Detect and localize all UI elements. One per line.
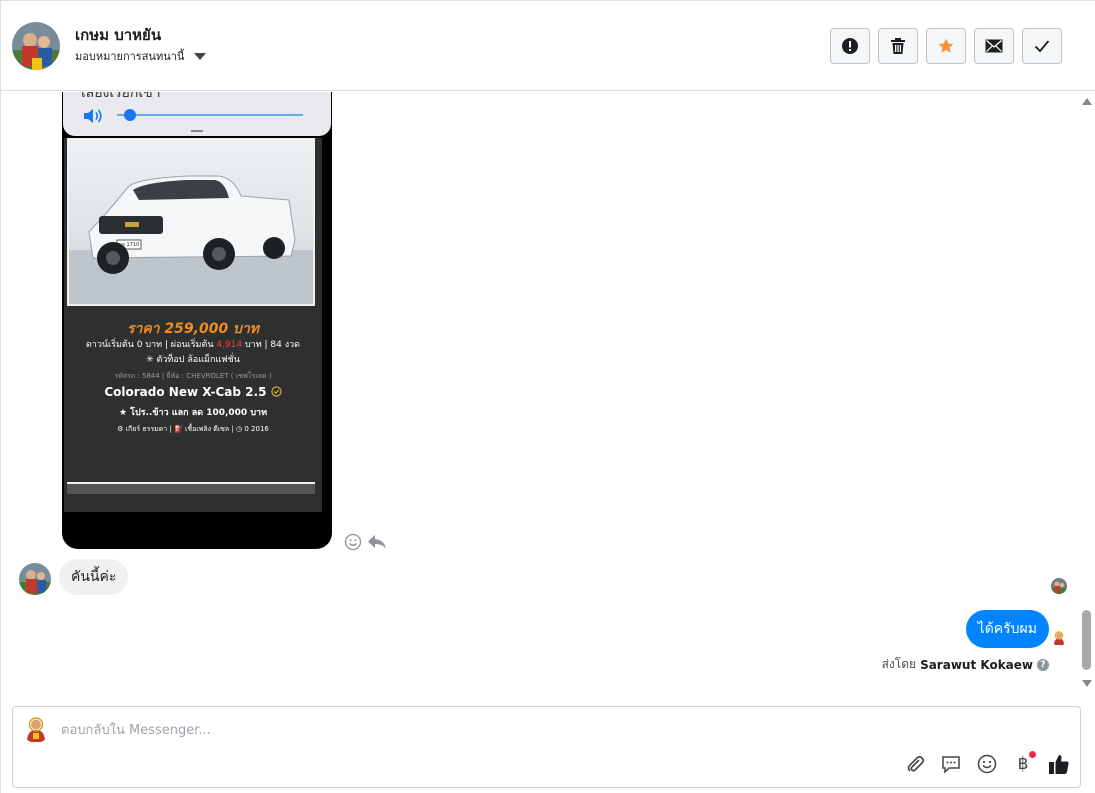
star-button[interactable] xyxy=(926,28,966,64)
notification-dot xyxy=(1029,751,1036,758)
emoji-button[interactable] xyxy=(976,753,998,775)
shared-screenshot[interactable]: เสียงเรียกเข้า ผอ 1710 ราคา 259,000 บาท … xyxy=(62,92,332,549)
incoming-message[interactable]: คันนี้ค่ะ xyxy=(59,559,129,595)
card-separator xyxy=(64,512,322,530)
listing-specs: ⚙ เกียร์ ธรรมดา | ⛽ เชื้อเพลิง ดีเซล | ◷… xyxy=(117,425,269,433)
conversation-header: เกษม บาหยัน มอบหมายการสนทนานี้ xyxy=(1,1,1095,91)
volume-slider-knob[interactable] xyxy=(124,109,137,121)
volume-icon[interactable] xyxy=(83,108,105,124)
star-icon xyxy=(938,38,954,53)
like-button[interactable] xyxy=(1048,753,1070,775)
thumbs-up-icon xyxy=(1049,755,1069,774)
scrollbar-thumb[interactable] xyxy=(1082,610,1091,670)
car-listing-card: ผอ 1710 ราคา 259,000 บาท ดาวน์เริ่มต้น 0… xyxy=(64,138,322,530)
plate-number: ผอ 1710 xyxy=(119,242,140,248)
composer-tools: ฿ xyxy=(904,751,1070,775)
scroll-down-arrow-icon[interactable] xyxy=(1082,680,1092,687)
contact-name: เกษม บาหยัน xyxy=(75,26,162,44)
attach-button[interactable] xyxy=(904,753,926,775)
mark-done-button[interactable] xyxy=(1022,28,1062,64)
sender-name[interactable]: Sarawut Kokaew xyxy=(920,658,1033,672)
assign-label: มอบหมายการสนทนานี้ xyxy=(75,50,185,63)
contact-avatar-small[interactable] xyxy=(19,563,51,595)
conversation-scrollbar[interactable] xyxy=(1080,92,1094,697)
help-icon[interactable]: ? xyxy=(1037,658,1049,671)
smiley-react-icon[interactable] xyxy=(344,533,362,551)
envelope-icon xyxy=(985,39,1003,53)
conversation-thread[interactable]: เสียงเรียกเข้า ผอ 1710 ราคา 259,000 บาท … xyxy=(1,92,1079,697)
sheet-grip-handle xyxy=(191,130,203,132)
listing-highlight: ✳ ตัวท็อป ล้อแม็กแฟชั่น xyxy=(146,355,240,365)
media-player: เสียงเรียกเข้า xyxy=(63,92,331,136)
delete-button[interactable] xyxy=(878,28,918,64)
listing-model: Colorado New X-Cab 2.5 xyxy=(64,385,322,399)
page-avatar xyxy=(22,715,50,743)
listing-meta: รหัสรถ : 5844 | ยี่ห้อ : CHEVROLET ( เชฟ… xyxy=(114,372,272,380)
trash-icon xyxy=(891,38,905,54)
caret-down-icon xyxy=(194,52,207,60)
saved-replies-button[interactable] xyxy=(940,753,962,775)
emoji-icon xyxy=(977,754,997,774)
finance-terms: ดาวน์เริ่มต้น 0 บาท | ผ่อนเริ่มต้น 4,914… xyxy=(85,340,301,350)
car-photo: ผอ 1710 xyxy=(67,138,315,306)
seen-avatar-contact xyxy=(1051,578,1067,594)
scroll-up-arrow-icon[interactable] xyxy=(1082,98,1092,105)
mark-unread-button[interactable] xyxy=(974,28,1014,64)
verified-icon xyxy=(270,386,282,397)
sent-by-line: ส่งโดย Sarawut Kokaew ? xyxy=(882,655,1049,674)
baht-icon: ฿ xyxy=(1017,754,1029,774)
assign-conversation-dropdown[interactable]: มอบหมายการสนทนานี้ xyxy=(75,47,207,65)
outgoing-message[interactable]: ได้ครับผม xyxy=(965,610,1049,648)
contact-avatar[interactable] xyxy=(12,22,60,70)
report-button[interactable] xyxy=(830,28,870,64)
volume-slider-track[interactable] xyxy=(117,114,303,116)
header-actions xyxy=(830,28,1062,64)
paperclip-icon xyxy=(907,755,925,772)
report-icon xyxy=(842,38,858,54)
messenger-inbox: เกษม บาหยัน มอบหมายการสนทนานี้ เสียงเรีย… xyxy=(0,0,1095,793)
chat-bubble-icon xyxy=(942,756,960,774)
next-listing-card xyxy=(64,474,322,494)
check-icon xyxy=(1034,40,1050,53)
reply-icon[interactable] xyxy=(367,533,387,551)
reply-input[interactable] xyxy=(61,719,861,741)
player-title: เสียงเรียกเข้า xyxy=(81,92,161,101)
payment-button[interactable]: ฿ xyxy=(1012,751,1036,775)
reply-composer: ฿ xyxy=(12,706,1081,788)
sent-by-label: ส่งโดย xyxy=(881,657,917,671)
listing-promo: ★ โปร..ข้าว แลก ลด 100,000 บาท xyxy=(118,408,268,418)
seen-avatar-page xyxy=(1051,630,1067,646)
